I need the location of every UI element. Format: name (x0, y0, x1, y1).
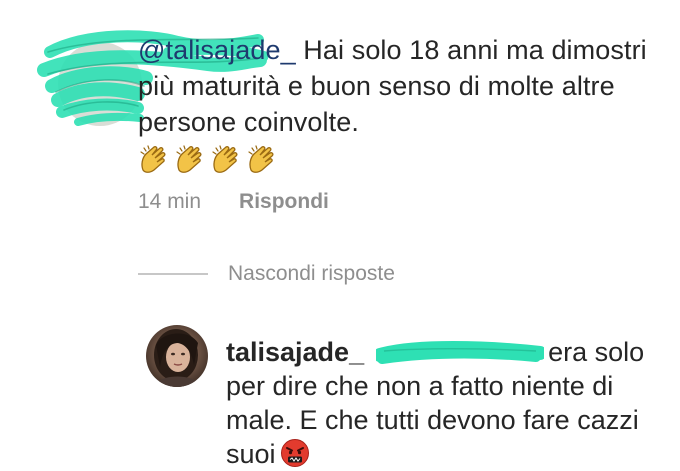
mention-link[interactable]: @talisajade_ (138, 35, 296, 65)
clapping-hands-icon (212, 145, 238, 173)
emoji-row (138, 144, 658, 178)
timestamp: 14 min (138, 190, 202, 213)
reply-button[interactable]: Rispondi (239, 190, 329, 213)
comment-text: @talisajade_ Hai solo 18 anni ma dimostr… (138, 32, 658, 178)
clapping-hands-icon (176, 145, 202, 173)
reply-text: talisajade_ era solo per dire che non a … (226, 335, 666, 471)
avatar[interactable] (146, 325, 208, 387)
angry-face-icon (280, 439, 309, 467)
clapping-hands-icon (140, 145, 166, 173)
divider-line (138, 273, 208, 275)
comment: @talisajade_ Hai solo 18 anni ma dimostr… (0, 0, 680, 230)
redaction-scribble (376, 340, 545, 364)
comment-meta: 14 min Rispondi (138, 188, 329, 216)
hide-replies-toggle[interactable]: Nascondi risposte (138, 259, 395, 289)
clapping-hands-icon (248, 145, 274, 173)
reply-username[interactable]: talisajade_ (226, 337, 364, 367)
avatar-photo (146, 325, 208, 387)
hide-replies-label: Nascondi risposte (228, 262, 395, 285)
